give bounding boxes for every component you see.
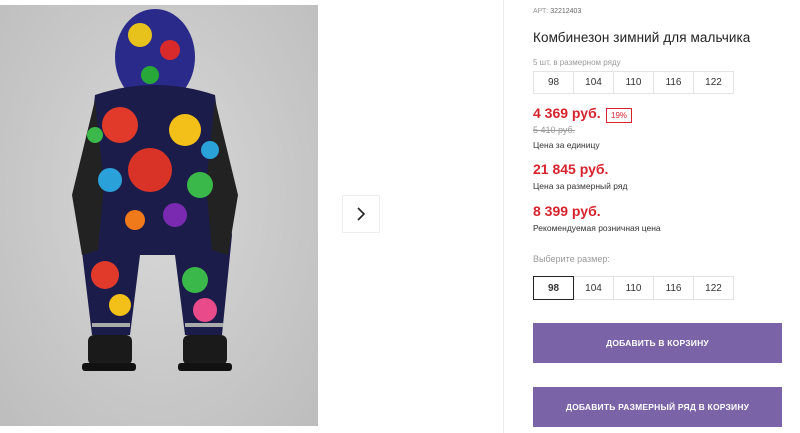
retail-price: 8 399 руб.	[533, 203, 601, 219]
article-value: 32212403	[550, 8, 582, 15]
size-option-116[interactable]: 116	[653, 276, 694, 300]
size-option-104[interactable]: 104	[573, 276, 614, 300]
size-row-set: 98 104 110 116 122	[533, 71, 734, 94]
gallery-next-button[interactable]	[342, 195, 380, 233]
discount-badge: 19%	[606, 108, 633, 123]
size-option-110[interactable]: 110	[613, 276, 654, 300]
row-size: 98	[533, 71, 574, 94]
add-to-cart-button[interactable]: ДОБАВИТЬ В КОРЗИНУ	[533, 323, 782, 363]
choose-size-label: Выберите размер:	[533, 254, 610, 264]
product-title: Комбинезон зимний для мальчика	[533, 30, 751, 45]
row-size: 116	[653, 71, 694, 94]
product-gallery	[0, 0, 503, 433]
row-size: 110	[613, 71, 654, 94]
row-note: 5 шт. в размерном ряду	[533, 58, 621, 67]
size-option-122[interactable]: 122	[693, 276, 734, 300]
row-size: 104	[573, 71, 614, 94]
size-selector: 98 104 110 116 122	[533, 276, 734, 300]
old-price: 5 410 руб.	[533, 125, 576, 135]
unit-price-label: Цена за единицу	[533, 140, 600, 150]
unit-price: 4 369 руб.	[533, 105, 601, 121]
retail-price-label: Рекомендуемая розничная цена	[533, 223, 661, 233]
size-option-98[interactable]: 98	[533, 276, 574, 300]
article-label: АРТ:	[533, 8, 549, 15]
article-number: АРТ: 32212403	[533, 8, 581, 15]
chevron-right-icon	[357, 207, 366, 221]
row-price-label: Цена за размерный ряд	[533, 181, 628, 191]
row-price: 21 845 руб.	[533, 161, 609, 177]
row-size: 122	[693, 71, 734, 94]
product-photo	[0, 5, 318, 426]
divider	[503, 0, 504, 433]
add-size-row-to-cart-button[interactable]: ДОБАВИТЬ РАЗМЕРНЫЙ РЯД В КОРЗИНУ	[533, 387, 782, 427]
product-photo-illustration	[72, 9, 238, 371]
